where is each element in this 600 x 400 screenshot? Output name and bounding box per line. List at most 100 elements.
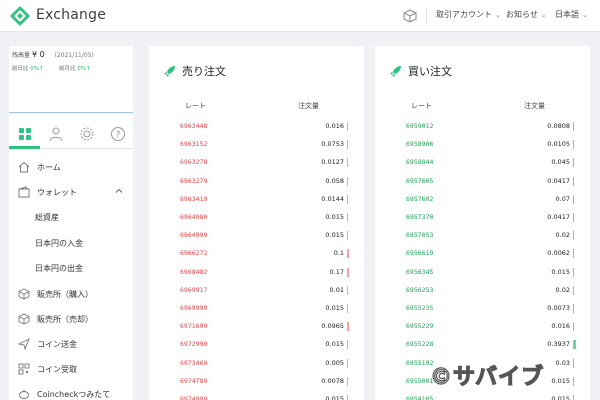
order-row[interactable]: 6963279 0.058 xyxy=(149,173,364,191)
sidebar-item-jpy-withdraw[interactable]: 日本円の出金 xyxy=(9,257,133,279)
order-row[interactable]: 6974789 0.0078 xyxy=(149,373,364,391)
order-row[interactable]: 6957370 0.0417 xyxy=(375,209,590,227)
order-rate: 6956253 xyxy=(406,285,434,294)
order-row[interactable]: 6959012 0.0808 xyxy=(375,118,590,136)
order-rate: 6969917 xyxy=(180,285,208,294)
balance-label: 残高量 xyxy=(12,52,31,59)
depth-bar xyxy=(347,231,348,241)
order-row[interactable]: 6954105 0.015 xyxy=(375,391,590,400)
sidebar-item-label: コイン受取 xyxy=(37,364,77,374)
month-change-label: 前月比 xyxy=(59,66,76,72)
sidebar-item-wallet[interactable]: ウォレット xyxy=(9,181,133,203)
dashboard-icon[interactable] xyxy=(17,126,33,142)
order-row[interactable]: 6972990 0.015 xyxy=(149,336,364,354)
sidebar-item-send-coin[interactable]: コイン送金 xyxy=(9,333,133,355)
coincheck-logo-icon[interactable] xyxy=(9,5,31,27)
order-row[interactable]: 6955228 0.3937 xyxy=(375,336,590,354)
order-row[interactable]: 6973469 0.005 xyxy=(149,355,364,373)
order-row[interactable]: 6962448 0.016 xyxy=(149,118,364,136)
depth-bar xyxy=(347,158,348,168)
order-row[interactable]: 6964980 0.015 xyxy=(149,209,364,227)
order-row[interactable]: 6957053 0.02 xyxy=(375,227,590,245)
order-amount: 0.03 xyxy=(555,358,570,367)
order-row[interactable]: 6956253 0.02 xyxy=(375,282,590,300)
sell-orders-title: 売り注文 xyxy=(163,63,226,79)
order-rate: 6969999 xyxy=(180,304,208,312)
depth-bar xyxy=(573,194,574,204)
depth-bar xyxy=(573,358,574,368)
sidebar-item-tsumitate[interactable]: Coincheckつみたて xyxy=(9,383,133,400)
box-icon[interactable] xyxy=(403,9,417,23)
sidebar-item-jpy-deposit[interactable]: 日本円の入金 xyxy=(9,232,133,254)
depth-bar xyxy=(347,176,348,186)
order-rate: 6966272 xyxy=(180,249,208,258)
help-icon[interactable]: ? xyxy=(110,126,126,142)
order-amount: 0.015 xyxy=(551,395,570,400)
order-amount: 0.1 xyxy=(333,249,344,258)
order-amount: 0.0105 xyxy=(547,140,570,149)
order-amount: 0.0078 xyxy=(321,376,344,385)
depth-bar xyxy=(347,249,349,259)
chevron-down-icon: ⌄ xyxy=(582,11,588,19)
order-row[interactable]: 6966272 0.1 xyxy=(149,245,364,263)
order-amount: 0.0753 xyxy=(321,140,344,149)
order-row[interactable]: 6958986 0.0105 xyxy=(375,136,590,154)
order-rate: 6972990 xyxy=(180,340,208,349)
depth-bar xyxy=(347,304,348,313)
order-row[interactable]: 6956619 0.0062 xyxy=(375,245,590,263)
sidebar-item-total-assets[interactable]: 総資産 xyxy=(9,206,133,228)
order-rate: 6964980 xyxy=(180,213,208,221)
day-change-label: 前日比 xyxy=(12,66,29,72)
top-bar: Exchange 取引アカウント ⌄ お知らせ ⌄ 日本語 ⌄ xyxy=(0,0,600,32)
order-amount: 0.3937 xyxy=(547,340,570,349)
buy-title-text: 買い注文 xyxy=(408,65,452,78)
settings-icon[interactable] xyxy=(79,126,95,142)
balance-date: (2021/11/05) xyxy=(54,52,94,59)
order-rate: 6957605 xyxy=(406,176,434,185)
order-row[interactable]: 6969999 0.015 xyxy=(149,300,364,318)
user-icon[interactable] xyxy=(48,126,64,142)
order-row[interactable]: 6957605 0.0417 xyxy=(375,173,590,191)
sidebar-item-home[interactable]: ホーム xyxy=(9,156,133,178)
order-row[interactable]: 6964999 0.015 xyxy=(149,227,364,245)
order-row[interactable]: 6963152 0.0753 xyxy=(149,136,364,154)
order-row[interactable]: 6956345 0.015 xyxy=(375,264,590,282)
order-row[interactable]: 6974999 0.015 xyxy=(149,391,364,400)
depth-bar xyxy=(573,231,574,241)
order-row[interactable]: 6968482 0.17 xyxy=(149,264,364,282)
active-tab-indicator xyxy=(9,146,40,149)
order-amount: 0.0808 xyxy=(547,122,570,130)
topbar-divider xyxy=(426,8,427,24)
depth-bar xyxy=(573,304,574,313)
order-row[interactable]: 6971699 0.0965 xyxy=(149,318,364,336)
sell-orders-card: 売り注文 レート 注文量 6962448 0.016 6963152 0.0753 69… xyxy=(149,46,364,400)
qr-icon xyxy=(18,363,30,375)
depth-bar xyxy=(573,176,574,186)
order-row[interactable]: 6955235 0.0073 xyxy=(375,300,590,318)
order-row[interactable]: 6958844 0.045 xyxy=(375,154,590,172)
sidebar-item-receive-coin[interactable]: コイン受取 xyxy=(9,358,133,380)
news-menu[interactable]: お知らせ ⌄ xyxy=(506,9,547,20)
order-amount: 0.015 xyxy=(325,395,344,400)
account-menu[interactable]: 取引アカウント ⌄ xyxy=(436,9,501,20)
order-row[interactable]: 6963278 0.0127 xyxy=(149,154,364,172)
order-amount: 0.045 xyxy=(551,158,570,167)
order-row[interactable]: 6955229 0.016 xyxy=(375,318,590,336)
order-amount: 0.02 xyxy=(555,285,570,294)
sidebar-item-buy[interactable]: 販売所（購入） xyxy=(9,283,133,305)
svg-text:?: ? xyxy=(116,131,121,141)
order-row[interactable]: 6969917 0.01 xyxy=(149,282,364,300)
order-rate: 6957602 xyxy=(406,194,434,203)
order-rate: 6971699 xyxy=(180,322,208,331)
order-rate: 6958986 xyxy=(406,140,434,149)
language-menu[interactable]: 日本語 ⌄ xyxy=(555,9,588,20)
depth-bar xyxy=(347,140,348,150)
buy-orders-card: 買い注文 レート 注文量 6959012 0.0808 6958986 0.0105 6… xyxy=(375,46,590,400)
amount-column-header: 注文量 xyxy=(298,102,319,110)
order-row[interactable]: 6957602 0.07 xyxy=(375,191,590,209)
depth-bar xyxy=(347,285,348,295)
order-amount: 0.015 xyxy=(325,231,344,240)
sidebar-item-sell[interactable]: 販売所（売却） xyxy=(9,308,133,330)
order-row[interactable]: 6963419 0.0144 xyxy=(149,191,364,209)
order-rate: 6958844 xyxy=(406,158,434,167)
